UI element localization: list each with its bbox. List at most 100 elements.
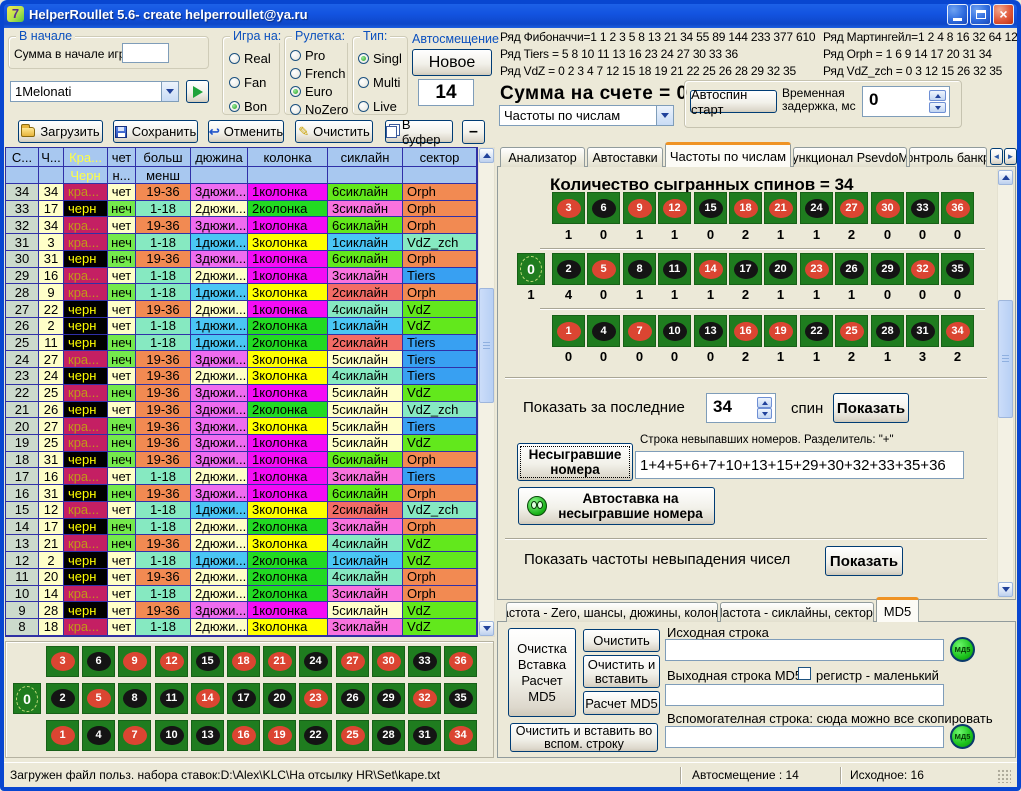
start-sum-input[interactable]	[122, 43, 169, 63]
combo-arrow-icon[interactable]	[161, 82, 178, 101]
table-row[interactable]: 1512кра...чет1-181дюжи...3колонка2сиклай…	[6, 502, 477, 519]
tab-2[interactable]: Автоставки	[587, 147, 663, 167]
md5-clear-paste-aux-button[interactable]: Очистить и вставить во вспом. строку	[510, 723, 658, 752]
table-row[interactable]: 3234кра...чет19-363дюжи...1колонка6сикла…	[6, 217, 477, 234]
radio-multi[interactable]: Multi	[358, 75, 402, 89]
table-row[interactable]: 122чернчет1-181дюжи...2колонка1сиклайнVd…	[6, 552, 477, 569]
column-header[interactable]: н...	[108, 167, 136, 184]
autospin-start-button[interactable]: Автоспин старт	[690, 90, 777, 113]
table-row[interactable]: 1716кра...чет1-182дюжи...1колонка3сиклай…	[6, 468, 477, 485]
radio-bon[interactable]: Bon	[229, 99, 271, 113]
md5-aux-input[interactable]	[665, 726, 944, 748]
table-scroll-up-button[interactable]	[479, 148, 494, 163]
table-row[interactable]: 2324чернчет19-362дюжи...3колонка4сиклайн…	[6, 368, 477, 385]
board-cell-16[interactable]: 16	[227, 720, 260, 751]
show-last-up-button[interactable]	[757, 397, 772, 408]
show-button[interactable]: Показать	[833, 393, 909, 423]
panel-scroll-down-button[interactable]	[998, 582, 1013, 597]
board-cell-22[interactable]: 22	[299, 720, 332, 751]
column-header[interactable]: Ч...	[39, 148, 64, 167]
board-cell-18[interactable]: 18	[227, 646, 260, 677]
table-scrollbar-thumb[interactable]	[479, 288, 494, 403]
radio-singl[interactable]: Singl	[358, 51, 402, 65]
tab-5[interactable]: Контроль банкро	[909, 147, 987, 167]
board-cell-11[interactable]: 11	[155, 683, 188, 714]
radio-euro[interactable]: Euro	[290, 84, 348, 98]
table-row[interactable]: 1120чернчет19-362дюжи...2колонка4сиклайн…	[6, 569, 477, 586]
board-cell-30[interactable]: 30	[372, 646, 405, 677]
table-row[interactable]: 2511черннеч1-181дюжи...2колонка2сиклайнT…	[6, 335, 477, 352]
column-header[interactable]: менш	[136, 167, 191, 184]
radio-real[interactable]: Real	[229, 51, 271, 65]
tab-1[interactable]: Анализатор	[500, 147, 585, 167]
table-row[interactable]: 3031черннеч19-363дюжи...1колонка6сиклайн…	[6, 251, 477, 268]
title-bar[interactable]: 7 HelperRoullet 5.6- create helperroulle…	[0, 0, 1021, 28]
column-header[interactable]	[248, 167, 328, 184]
column-header[interactable]: больш	[136, 148, 191, 167]
new-button[interactable]: Новое	[412, 49, 492, 76]
collapse-button[interactable]: –	[462, 120, 485, 144]
board-cell-8[interactable]: 8	[118, 683, 151, 714]
missing-numbers-input[interactable]	[635, 451, 964, 479]
radio-live[interactable]: Live	[358, 99, 402, 113]
board-cell-9[interactable]: 9	[118, 646, 151, 677]
board-cell-10[interactable]: 10	[155, 720, 188, 751]
table-row[interactable]: 3317черннеч1-182дюжи...2колонка3сиклайнO…	[6, 201, 477, 218]
board-cell-27[interactable]: 27	[336, 646, 369, 677]
freq-missing-show-button[interactable]: Показать	[825, 546, 903, 576]
column-header[interactable]	[403, 167, 477, 184]
board-cell-28[interactable]: 28	[372, 720, 405, 751]
radio-nozero[interactable]: NoZero	[290, 102, 348, 116]
table-row[interactable]: 262чернчет1-181дюжи...2колонка1сиклайнVd…	[6, 318, 477, 335]
board-cell-4[interactable]: 4	[82, 720, 115, 751]
md5-aux-run-icon[interactable]: МД5	[950, 724, 975, 749]
table-row[interactable]: 313кра...неч1-181дюжи...3колонка1сиклайн…	[6, 234, 477, 251]
delay-spin-up-button[interactable]	[929, 90, 946, 101]
board-cell-23[interactable]: 23	[299, 683, 332, 714]
board-cell-3[interactable]: 3	[46, 646, 79, 677]
show-last-spinner[interactable]: 34	[706, 393, 776, 423]
board-cell-29[interactable]: 29	[372, 683, 405, 714]
tabs-scroll-left-button[interactable]: ◄	[990, 148, 1003, 165]
resize-grip[interactable]	[997, 769, 1011, 783]
md5-source-input[interactable]	[665, 639, 944, 661]
table-row[interactable]: 2916кра...чет1-182дюжи...1колонка3сиклай…	[6, 268, 477, 285]
board-cell-25[interactable]: 25	[336, 720, 369, 751]
board-cell-33[interactable]: 33	[408, 646, 441, 677]
table-scroll-down-button[interactable]	[479, 621, 494, 636]
missing-numbers-button[interactable]: Несыгравшие номера	[517, 443, 633, 481]
register-checkbox[interactable]	[798, 667, 811, 680]
board-cell-17[interactable]: 17	[227, 683, 260, 714]
minimize-button[interactable]	[947, 4, 968, 25]
column-header[interactable]: сиклайн	[328, 148, 403, 167]
combo-arrow-icon[interactable]	[656, 106, 673, 125]
tab-3[interactable]: Частоты по числам	[665, 142, 791, 167]
close-button[interactable]: ×	[993, 4, 1014, 25]
board-cell-7[interactable]: 7	[118, 720, 151, 751]
board-cell-19[interactable]: 19	[263, 720, 296, 751]
board-cell-31[interactable]: 31	[408, 720, 441, 751]
load-button[interactable]: Загрузить	[18, 120, 103, 143]
delay-spinner[interactable]: 0	[862, 86, 950, 117]
maximize-button[interactable]	[970, 4, 991, 25]
play-button[interactable]	[186, 80, 209, 103]
table-row[interactable]: 2027кра...неч19-363дюжи...3колонка5сикла…	[6, 418, 477, 435]
md5-run-icon[interactable]: МД5	[950, 637, 975, 662]
column-header[interactable]: Черн	[64, 167, 108, 184]
board-cell-6[interactable]: 6	[82, 646, 115, 677]
table-row[interactable]: 818кра...чет1-182дюжи...3колонка3сиклайн…	[6, 619, 477, 636]
column-header[interactable]: Кра...	[64, 148, 108, 167]
column-header[interactable]	[328, 167, 403, 184]
board-cell-14[interactable]: 14	[191, 683, 224, 714]
mode-combobox[interactable]: Частоты по числам	[499, 105, 674, 126]
board-cell-20[interactable]: 20	[263, 683, 296, 714]
board-cell-5[interactable]: 5	[82, 683, 115, 714]
tab-1[interactable]: Частота - Zero, шансы, дюжины, колонки	[506, 602, 718, 622]
tab-2[interactable]: Частота - сиклайны, сектора	[720, 602, 874, 622]
board-cell-24[interactable]: 24	[299, 646, 332, 677]
table-row[interactable]: 1417черннеч1-182дюжи...2колонка3сиклайнO…	[6, 519, 477, 536]
column-header[interactable]: С...	[6, 148, 39, 167]
column-header[interactable]: сектор	[403, 148, 477, 167]
table-row[interactable]: 1925кра...неч19-363дюжи...1колонка5сикла…	[6, 435, 477, 452]
delay-spin-down-button[interactable]	[929, 102, 946, 113]
